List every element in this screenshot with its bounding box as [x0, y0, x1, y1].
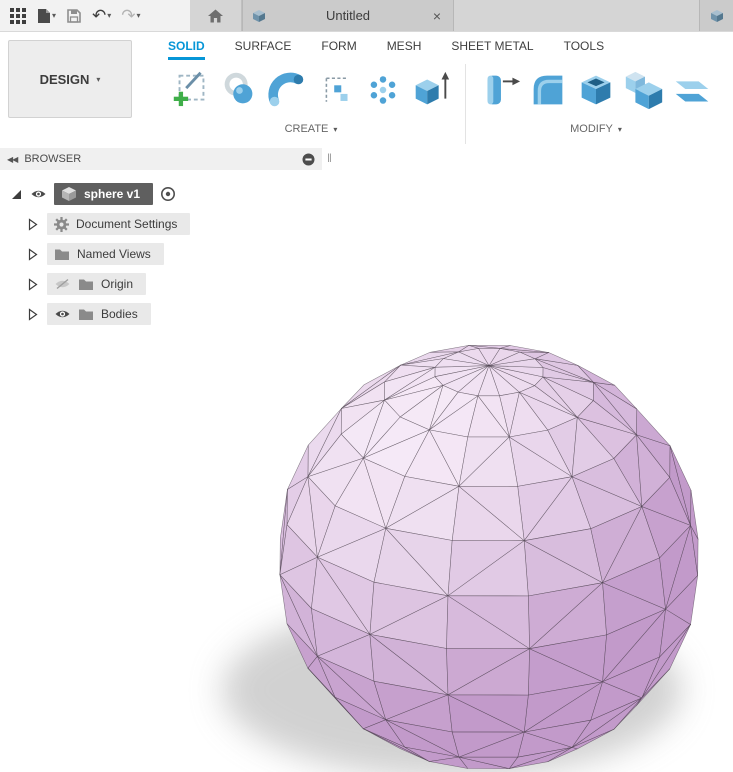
expanded-triangle-icon[interactable]	[10, 188, 23, 201]
browser-row-root[interactable]: sphere v1	[0, 180, 322, 208]
pattern-icon[interactable]	[312, 63, 358, 117]
ribbon-tab-bar: SOLID SURFACE FORM MESH SHEET METAL TOOL…	[168, 32, 733, 60]
create-group-caret-icon: ▾	[333, 124, 338, 134]
document-tab-strip: Untitled ×	[190, 0, 733, 31]
home-icon	[208, 9, 223, 22]
node-label: Named Views	[77, 247, 151, 261]
tab-mesh[interactable]: MESH	[387, 39, 422, 60]
redo-icon[interactable]: ↷ ▾	[119, 3, 142, 29]
tab-close-icon[interactable]: ×	[429, 8, 445, 24]
sphere-mesh-body[interactable]	[279, 345, 699, 769]
combine-icon[interactable]	[621, 63, 667, 117]
ribbon-toolbar: DESIGN ▾ SOLID SURFACE FORM MESH SHEET M…	[0, 32, 733, 148]
fusion360-window: ▾ ↶ ▾ ↷ ▾ Untitled × DESIGN ▾ SOLID SURF…	[0, 0, 733, 772]
browser-title: BROWSER	[24, 153, 82, 165]
save-icon[interactable]	[64, 3, 84, 29]
group-divider	[465, 64, 466, 144]
undo-icon[interactable]: ↶ ▾	[90, 3, 113, 29]
fillet-icon[interactable]	[525, 63, 571, 117]
app-grid-menu-icon[interactable]	[8, 3, 28, 29]
create-group: CREATE ▾	[168, 60, 454, 148]
folder-icon	[79, 309, 93, 320]
folder-icon	[55, 249, 69, 260]
node-chip[interactable]: Bodies	[47, 303, 151, 325]
node-chip[interactable]: Origin	[47, 273, 147, 295]
tab-strip-spacer	[454, 0, 699, 31]
collapsed-triangle-icon[interactable]	[26, 307, 39, 321]
document-tab-untitled[interactable]: Untitled ×	[242, 0, 454, 31]
tab-sheet-metal[interactable]: SHEET METAL	[451, 39, 533, 60]
file-menu-icon[interactable]: ▾	[34, 3, 58, 29]
workspace-selector-button[interactable]: DESIGN ▾	[8, 40, 132, 118]
collapsed-triangle-icon[interactable]	[26, 247, 39, 261]
browser-row-document-settings[interactable]: Document Settings	[0, 210, 322, 238]
folder-icon	[79, 279, 93, 290]
root-node-chip[interactable]: sphere v1	[54, 183, 154, 205]
browser-row-origin[interactable]: Origin	[0, 270, 322, 298]
create-group-label[interactable]: CREATE ▾	[285, 120, 338, 138]
workspace-selector-label: DESIGN	[39, 71, 90, 87]
activate-component-radio-icon[interactable]	[160, 186, 176, 202]
extrude-box-icon[interactable]	[408, 63, 454, 117]
gear-icon	[54, 216, 69, 232]
visibility-eye-icon[interactable]	[54, 308, 71, 320]
create-group-icons	[168, 60, 454, 120]
modify-group-caret-icon: ▾	[617, 124, 622, 134]
offset-plates-icon[interactable]	[669, 63, 715, 117]
pipe-icon[interactable]	[264, 63, 310, 117]
browser-row-named-views[interactable]: Named Views	[0, 240, 322, 268]
design-file-icon	[253, 9, 265, 22]
press-pull-icon[interactable]	[477, 63, 523, 117]
design-file-icon	[711, 9, 723, 22]
browser-tree: sphere v1 Document Settings Named Views …	[0, 170, 322, 328]
hide-all-icon[interactable]	[302, 153, 315, 166]
tab-form[interactable]: FORM	[321, 39, 356, 60]
points-icon[interactable]	[360, 63, 406, 117]
create-sketch-icon[interactable]	[168, 63, 214, 117]
application-bar: ▾ ↶ ▾ ↷ ▾ Untitled ×	[0, 0, 733, 32]
visibility-eye-hidden-icon[interactable]	[54, 278, 71, 290]
document-tab-label: Untitled	[325, 8, 371, 23]
node-chip[interactable]: Named Views	[47, 243, 164, 265]
component-cube-icon	[62, 187, 76, 201]
collapsed-triangle-icon[interactable]	[26, 277, 39, 291]
browser-row-bodies[interactable]: Bodies	[0, 300, 322, 328]
sphere-primitive-icon[interactable]	[216, 63, 262, 117]
tab-tools[interactable]: TOOLS	[564, 39, 604, 60]
ribbon-groups: CREATE ▾ MODIFY ▾	[168, 60, 733, 148]
quick-access-toolbar: ▾ ↶ ▾ ↷ ▾	[0, 0, 190, 31]
node-label: Document Settings	[76, 217, 178, 231]
collapsed-triangle-icon[interactable]	[26, 217, 39, 231]
ribbon-main: SOLID SURFACE FORM MESH SHEET METAL TOOL…	[168, 32, 733, 148]
home-tab[interactable]	[190, 0, 242, 31]
shell-icon[interactable]	[573, 63, 619, 117]
workspace-caret-icon: ▾	[96, 74, 101, 84]
panel-resize-grip[interactable]: ‖	[327, 151, 332, 165]
node-chip[interactable]: Document Settings	[47, 213, 191, 235]
browser-panel: ◀◀ BROWSER sphere v1 Document Settings N…	[0, 148, 322, 328]
document-tab-partial[interactable]	[699, 0, 733, 31]
modify-group-icons	[477, 60, 715, 120]
modify-group-label[interactable]: MODIFY ▾	[570, 120, 622, 138]
visibility-eye-icon[interactable]	[30, 188, 47, 200]
node-label: Origin	[101, 277, 134, 291]
file-menu-caret-icon: ▾	[52, 11, 57, 20]
root-node-label: sphere v1	[84, 187, 141, 201]
browser-header: ◀◀ BROWSER	[0, 148, 322, 170]
node-label: Bodies	[101, 307, 138, 321]
collapse-panel-icon[interactable]: ◀◀	[7, 155, 18, 164]
redo-caret-icon: ▾	[136, 11, 141, 20]
modify-group: MODIFY ▾	[477, 60, 715, 148]
undo-caret-icon: ▾	[107, 11, 112, 20]
tab-surface[interactable]: SURFACE	[235, 39, 292, 60]
tab-solid[interactable]: SOLID	[168, 39, 205, 60]
